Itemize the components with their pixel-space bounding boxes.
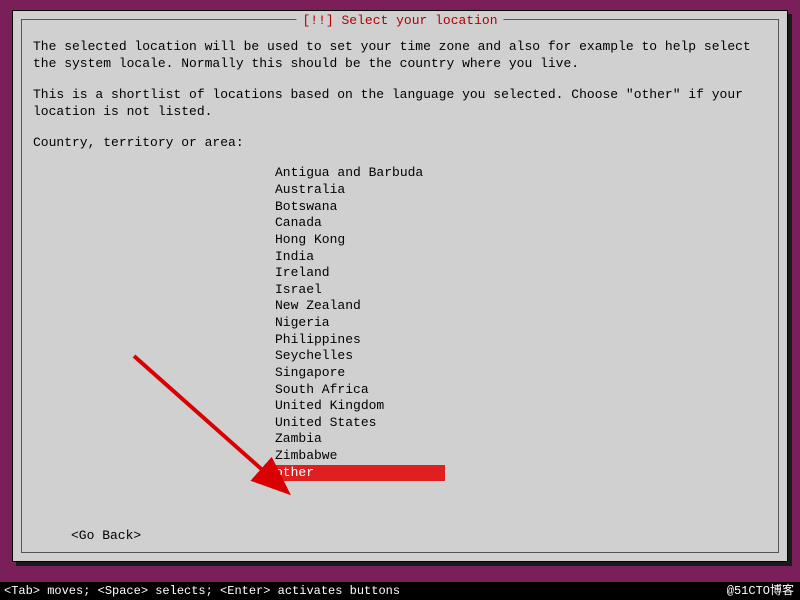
location-option[interactable]: Nigeria — [275, 315, 767, 332]
location-option[interactable]: United States — [275, 415, 767, 432]
location-option[interactable]: New Zealand — [275, 298, 767, 315]
location-option[interactable]: Singapore — [275, 365, 767, 382]
footer-hint: <Tab> moves; <Space> selects; <Enter> ac… — [4, 582, 400, 600]
location-option[interactable]: India — [275, 249, 767, 266]
prompt-label: Country, territory or area: — [33, 135, 767, 152]
location-option[interactable]: Hong Kong — [275, 232, 767, 249]
go-back-button[interactable]: <Go Back> — [71, 528, 141, 543]
location-option[interactable]: Ireland — [275, 265, 767, 282]
dialog-title: [!!] Select your location — [296, 13, 503, 28]
location-option[interactable]: Canada — [275, 215, 767, 232]
dialog-content: The selected location will be used to se… — [33, 39, 767, 482]
location-option[interactable]: other — [275, 465, 445, 482]
location-option[interactable]: United Kingdom — [275, 398, 767, 415]
location-option[interactable]: Philippines — [275, 332, 767, 349]
location-option[interactable]: Seychelles — [275, 348, 767, 365]
location-list: Antigua and BarbudaAustraliaBotswanaCana… — [275, 165, 767, 481]
footer-watermark: @51CTO博客 — [727, 582, 794, 600]
location-option[interactable]: Israel — [275, 282, 767, 299]
location-option[interactable]: Zimbabwe — [275, 448, 767, 465]
footer-bar: <Tab> moves; <Space> selects; <Enter> ac… — [0, 582, 800, 600]
location-option[interactable]: Antigua and Barbuda — [275, 165, 767, 182]
location-option[interactable]: Zambia — [275, 431, 767, 448]
location-option[interactable]: Australia — [275, 182, 767, 199]
location-option[interactable]: Botswana — [275, 199, 767, 216]
dialog-container: [!!] Select your location The selected l… — [12, 10, 788, 562]
location-option[interactable]: South Africa — [275, 382, 767, 399]
paragraph-info-1: The selected location will be used to se… — [33, 39, 767, 73]
paragraph-info-2: This is a shortlist of locations based o… — [33, 87, 767, 121]
dialog: [!!] Select your location The selected l… — [12, 10, 788, 562]
